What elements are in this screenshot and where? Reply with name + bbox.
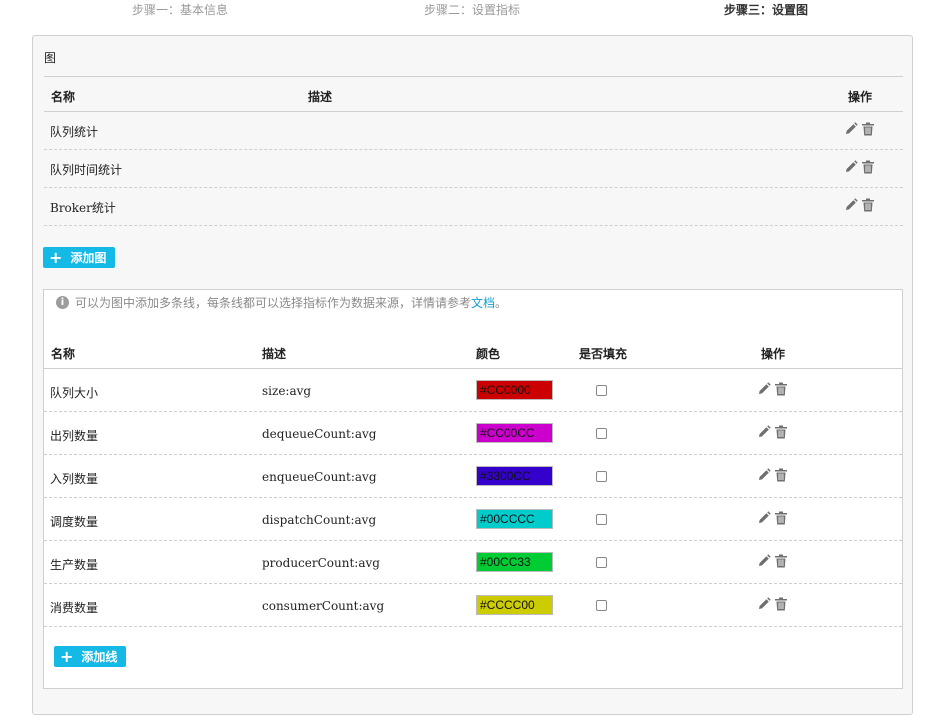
line-desc: dequeueCount:avg (262, 427, 377, 441)
line-row: 生产数量 producerCount:avg #00CC33 (44, 541, 902, 584)
color-picker-field[interactable]: #3300CC (476, 466, 553, 486)
plus-icon: + (49, 247, 63, 267)
add-line-label: 添加线 (81, 650, 118, 664)
column-fill: 是否填充 (579, 347, 628, 361)
line-row: 出列数量 dequeueCount:avg #CC00CC (44, 412, 902, 455)
lines-table: 名称 描述 颜色 是否填充 操作 队列大小 size:avg #CC0000 出列数量… (44, 334, 902, 627)
chart-name: 队列时间统计 (50, 163, 123, 177)
row-actions (757, 597, 788, 611)
column-desc: 描述 (262, 347, 287, 361)
chart-panel: 图 名称 描述 操作 队列统计队列时间统计 Broker统计 + 添加图 i 可以… (32, 35, 913, 715)
color-picker-field[interactable]: #CC0000 (476, 380, 553, 400)
color-picker-field[interactable]: #00CC33 (476, 552, 553, 572)
chart-table-header: 名称 描述 操作 (44, 76, 903, 112)
trash-icon[interactable] (861, 198, 875, 212)
line-row: 消费数量 consumerCount:avg #CCCC00 (44, 584, 902, 627)
fill-checkbox[interactable] (596, 385, 607, 396)
lines-table-header: 名称 描述 颜色 是否填充 操作 (44, 334, 902, 369)
row-actions (757, 554, 788, 568)
plus-icon: + (60, 646, 74, 666)
color-picker-field[interactable]: #CCCC00 (476, 595, 553, 615)
line-desc: dispatchCount:avg (262, 513, 377, 527)
row-actions (757, 425, 788, 439)
add-chart-label: 添加图 (70, 251, 107, 265)
row-actions (844, 160, 875, 174)
pencil-icon[interactable] (844, 198, 858, 212)
fill-checkbox[interactable] (596, 471, 607, 482)
pencil-icon[interactable] (757, 597, 771, 611)
column-desc: 描述 (308, 90, 333, 104)
line-desc: size:avg (262, 384, 312, 398)
info-end: 。 (495, 296, 508, 310)
pencil-icon[interactable] (757, 425, 771, 439)
wizard-steps: 步骤一：基本信息 步骤二：设置指标 步骤三：设置图 (0, 0, 932, 20)
line-desc: consumerCount:avg (262, 599, 385, 613)
fill-checkbox[interactable] (596, 557, 607, 568)
color-picker-field[interactable]: #CC00CC (476, 423, 553, 443)
trash-icon[interactable] (774, 597, 788, 611)
pencil-icon[interactable] (844, 122, 858, 136)
row-actions (757, 382, 788, 396)
trash-icon[interactable] (861, 160, 875, 174)
fill-checkbox[interactable] (596, 428, 607, 439)
line-row: 调度数量 dispatchCount:avg #00CCCC (44, 498, 902, 541)
panel-title: 图 (44, 51, 57, 65)
trash-icon[interactable] (861, 122, 875, 136)
line-row: 队列大小 size:avg #CC0000 (44, 369, 902, 412)
step-set-metrics[interactable]: 步骤二：设置指标 (424, 1, 520, 18)
chart-name: 队列统计 (50, 125, 99, 139)
info-icon: i (56, 296, 69, 309)
row-actions (844, 198, 875, 212)
line-desc: enqueueCount:avg (262, 470, 377, 484)
row-actions (757, 468, 788, 482)
add-chart-button[interactable]: + 添加图 (43, 247, 115, 268)
info-notice: i 可以为图中添加多条线，每条线都可以选择指标作为数据来源，详情请参考 文档 。 (56, 294, 507, 311)
color-picker-field[interactable]: #00CCCC (476, 509, 553, 529)
pencil-icon[interactable] (757, 511, 771, 525)
line-name: 生产数量 (50, 558, 99, 572)
trash-icon[interactable] (774, 554, 788, 568)
pencil-icon[interactable] (757, 382, 771, 396)
info-text: 可以为图中添加多条线，每条线都可以选择指标作为数据来源，详情请参考 (75, 296, 472, 310)
column-op: 操作 (761, 347, 786, 361)
row-actions (844, 122, 875, 136)
trash-icon[interactable] (774, 382, 788, 396)
pencil-icon[interactable] (844, 160, 858, 174)
step-set-chart[interactable]: 步骤三：设置图 (724, 1, 808, 18)
chart-table: 名称 描述 操作 队列统计队列时间统计 Broker统计 (44, 76, 903, 226)
line-row: 入列数量 enqueueCount:avg #3300CC (44, 455, 902, 498)
line-name: 出列数量 (50, 429, 99, 443)
column-op: 操作 (848, 90, 873, 104)
line-name: 入列数量 (50, 472, 99, 486)
row-actions (757, 511, 788, 525)
line-name: 消费数量 (50, 601, 99, 615)
column-name: 名称 (51, 347, 76, 361)
pencil-icon[interactable] (757, 468, 771, 482)
docs-link[interactable]: 文档 (471, 294, 495, 311)
chart-row: Broker统计 (44, 188, 903, 226)
add-line-button[interactable]: + 添加线 (54, 646, 126, 667)
fill-checkbox[interactable] (596, 600, 607, 611)
column-color: 颜色 (476, 347, 501, 361)
trash-icon[interactable] (774, 511, 788, 525)
column-name: 名称 (51, 90, 76, 104)
line-name: 调度数量 (50, 515, 99, 529)
step-basic-info[interactable]: 步骤一：基本信息 (132, 1, 228, 18)
line-desc: producerCount:avg (262, 556, 380, 570)
chart-row: 队列统计 (44, 112, 903, 150)
pencil-icon[interactable] (757, 554, 771, 568)
trash-icon[interactable] (774, 425, 788, 439)
line-name: 队列大小 (50, 386, 99, 400)
trash-icon[interactable] (774, 468, 788, 482)
chart-row: 队列时间统计 (44, 150, 903, 188)
lines-box: i 可以为图中添加多条线，每条线都可以选择指标作为数据来源，详情请参考 文档 。… (43, 289, 903, 689)
fill-checkbox[interactable] (596, 514, 607, 525)
chart-name: Broker统计 (50, 201, 116, 215)
